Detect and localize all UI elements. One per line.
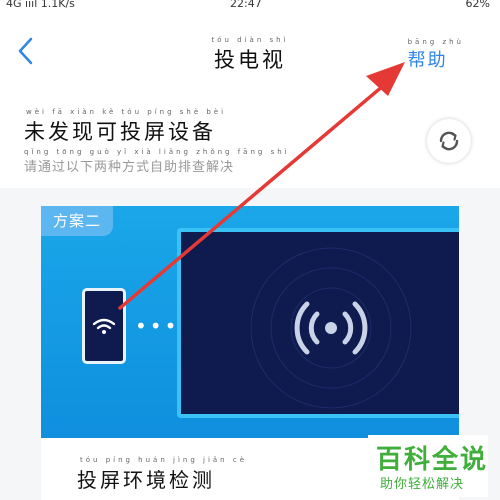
watermark: 百科全说 助你轻松解决	[368, 435, 488, 497]
top-bar: tóu diàn shì 投电视 bāng zhù 帮助	[0, 16, 500, 86]
help-button[interactable]: bāng zhù 帮助	[408, 38, 464, 72]
wifi-icon	[92, 318, 116, 334]
signal-status: 4G ıııl 1.1K/s	[6, 0, 75, 10]
watermark-title: 百科全说	[376, 445, 489, 475]
help-label: 帮助	[407, 50, 448, 71]
watermark-slogan: 助你轻松解决	[380, 477, 465, 492]
refresh-button[interactable]	[427, 119, 471, 163]
no-device-title-text: 未发现可投屏设备	[24, 120, 216, 144]
phone-graphic	[82, 288, 126, 364]
page-title-text: 投电视	[214, 48, 286, 72]
no-device-subtitle: qǐng tōng guò yǐ xià liǎng zhǒng fāng sh…	[24, 148, 294, 175]
no-device-subtitle-pinyin: qǐng tōng guò yǐ xià liǎng zhǒng fāng sh…	[24, 148, 294, 156]
cast-signal-icon	[250, 247, 412, 409]
no-device-subtitle-text: 请通过以下两种方式自助排查解决	[24, 160, 235, 175]
cast-illustration: 方案二 •••	[41, 206, 459, 438]
status-bar: 4G ıııl 1.1K/s 22:47 62%	[0, 0, 500, 16]
refresh-icon	[439, 131, 459, 151]
no-device-title: wèi fā xiàn kě tóu píng shè bèi 未发现可投屏设备	[24, 108, 226, 146]
tv-screen	[177, 228, 459, 418]
connecting-dots: •••	[135, 314, 180, 338]
env-check-pinyin: tóu píng huán jìng jiǎn cè	[80, 456, 247, 464]
help-pinyin: bāng zhù	[407, 38, 464, 46]
env-check-text: 投屏环境检测	[77, 468, 215, 492]
battery-level: 62%	[465, 0, 490, 10]
no-device-title-pinyin: wèi fā xiàn kě tóu píng shè bèi	[26, 108, 227, 116]
no-device-panel: wèi fā xiàn kě tóu píng shè bèi 未发现可投屏设备…	[0, 86, 500, 188]
clock: 22:47	[230, 0, 262, 10]
plan-badge: 方案二	[41, 206, 113, 236]
env-check-title: tóu píng huán jìng jiǎn cè 投屏环境检测	[77, 456, 247, 493]
